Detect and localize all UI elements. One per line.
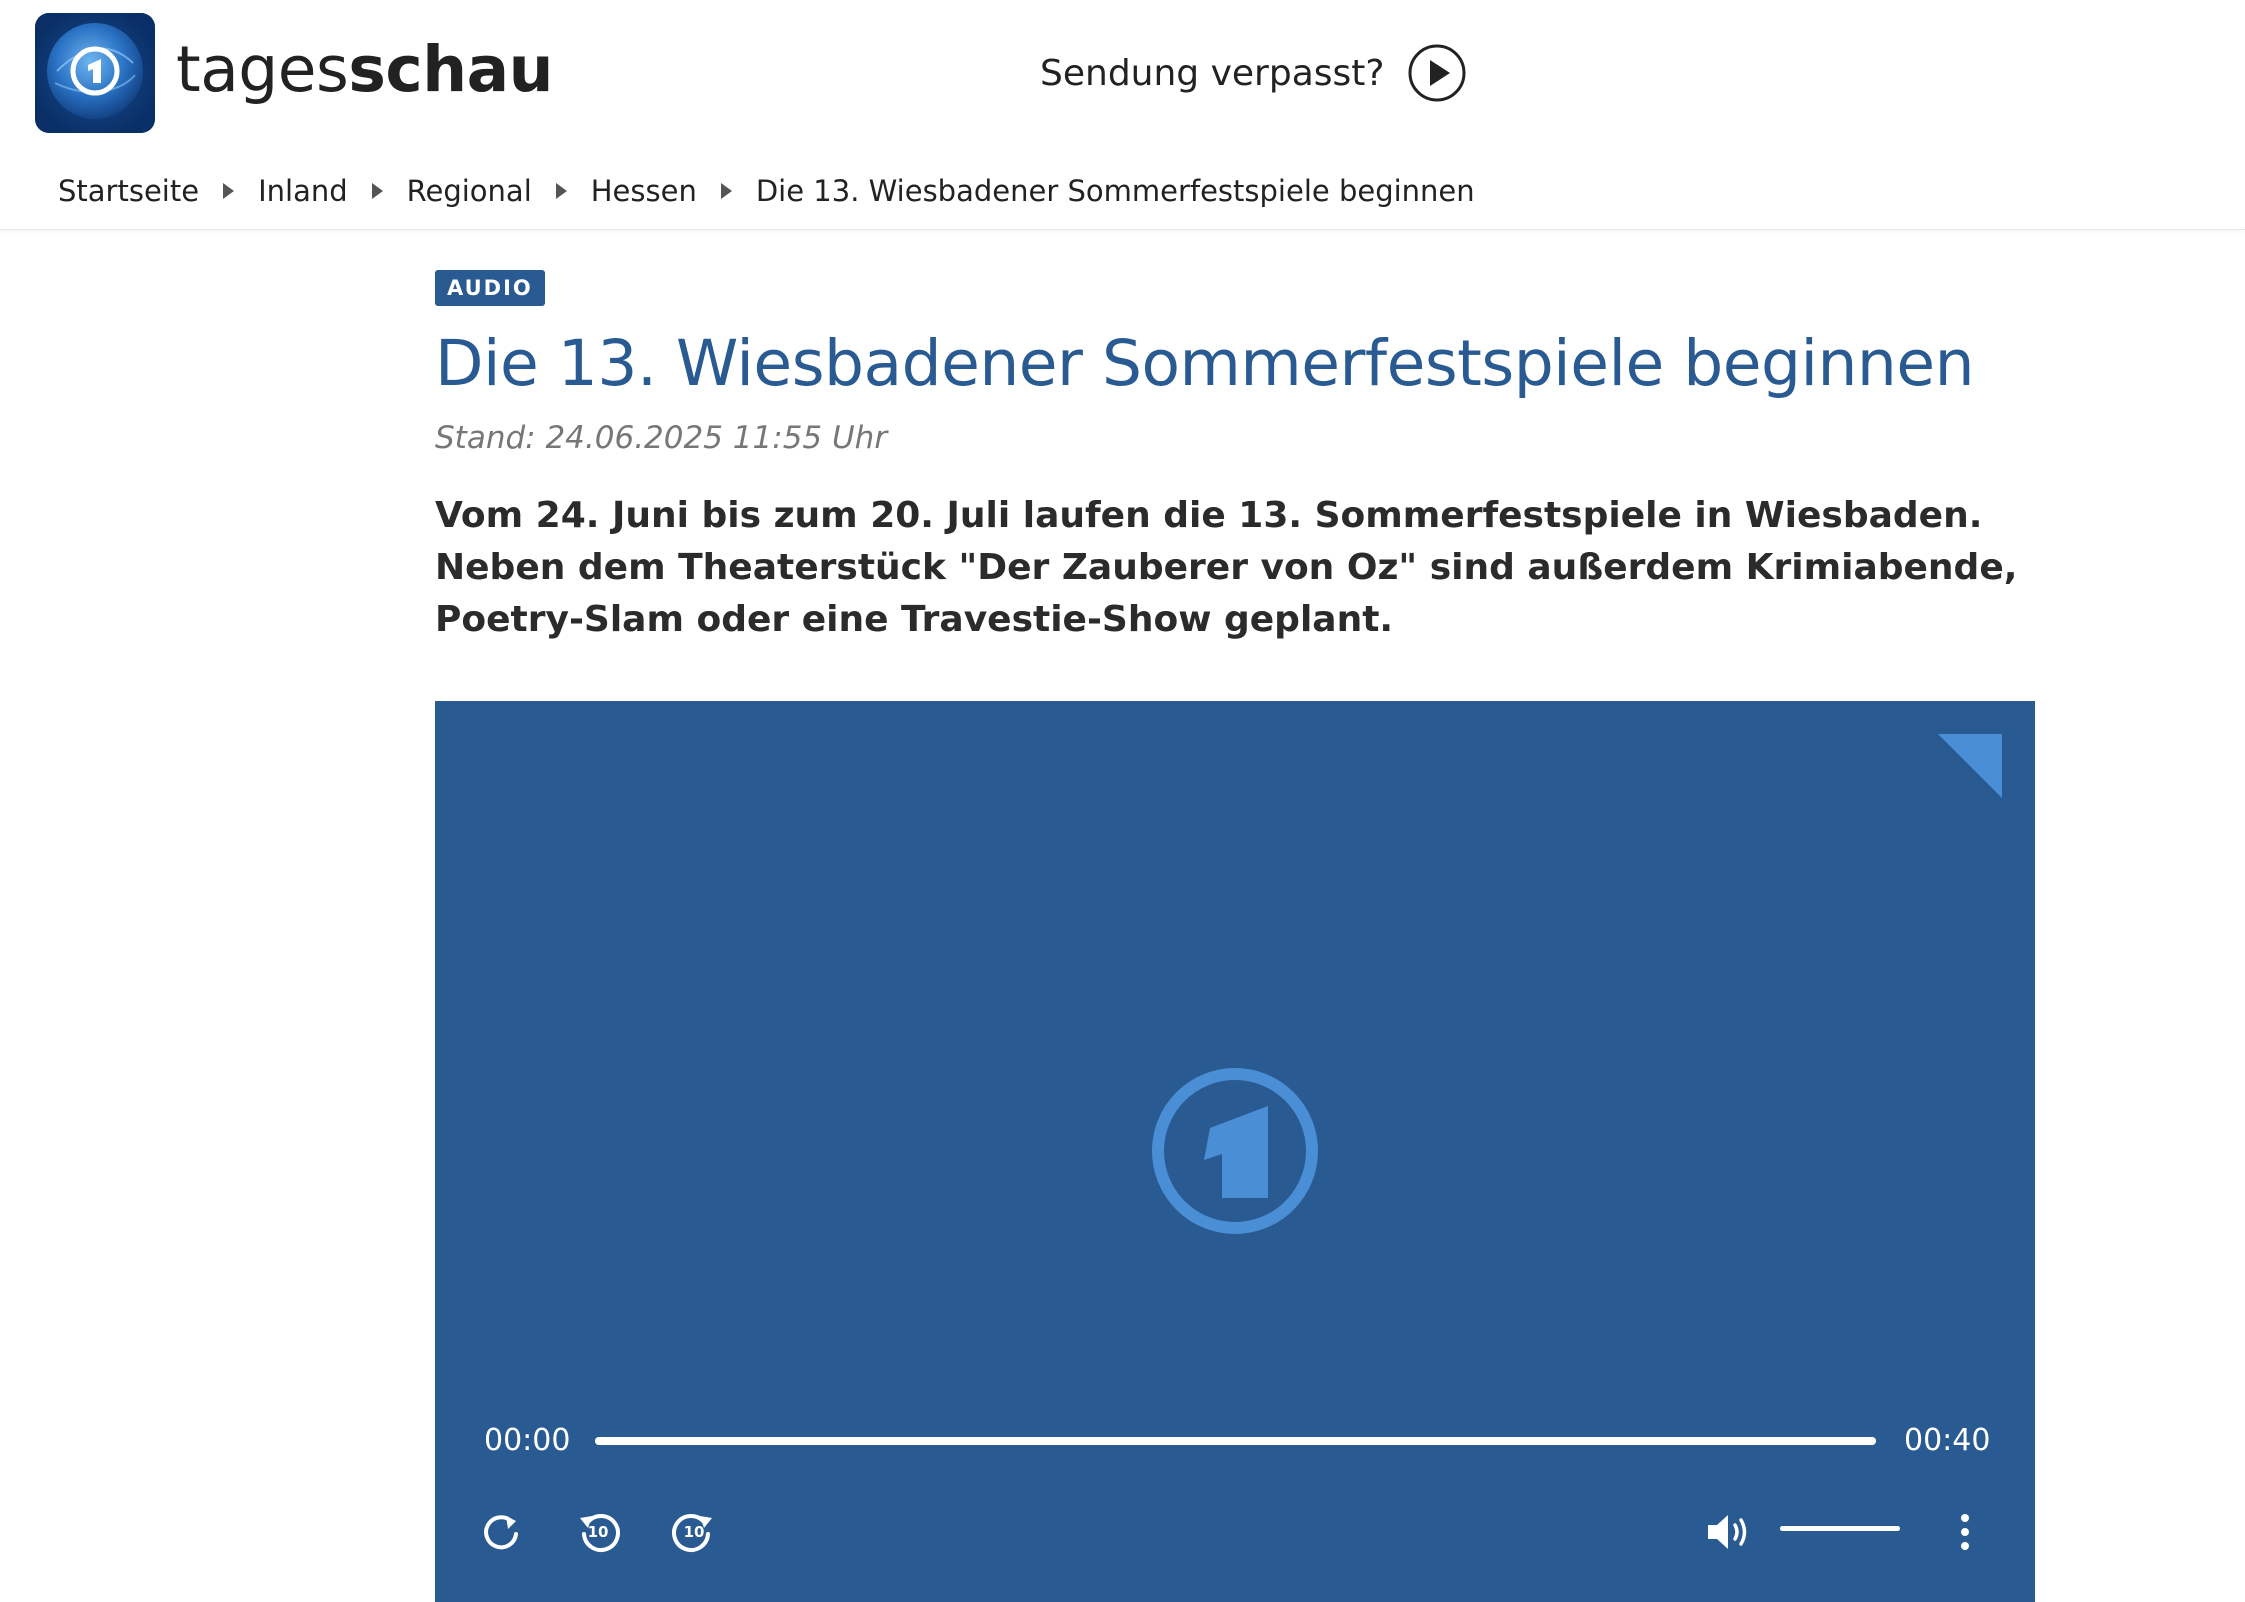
total-time: 00:40 [1904, 1423, 1991, 1458]
replay-icon[interactable] [480, 1510, 524, 1554]
missed-show-link[interactable]: Sendung verpasst? [1040, 40, 1467, 106]
missed-show-label: Sendung verpasst? [1040, 52, 1385, 94]
breadcrumb-arrow-icon [371, 183, 383, 199]
media-type-badge: AUDIO [435, 270, 545, 306]
breadcrumb-arrow-icon [555, 183, 567, 199]
breadcrumb-item-inland[interactable]: Inland [258, 174, 348, 208]
ard-corner-icon [1938, 734, 2002, 798]
audio-player[interactable] [435, 701, 2035, 1602]
breadcrumb-item-regional[interactable]: Regional [407, 174, 532, 208]
volume-icon[interactable] [1706, 1512, 1756, 1552]
volume-slider[interactable] [1780, 1526, 1900, 1531]
rewind-10-button[interactable]: 10 [574, 1508, 622, 1556]
breadcrumb-arrow-icon [720, 183, 732, 199]
play-circle-icon [1408, 44, 1465, 102]
forward-10-button[interactable]: 10 [670, 1508, 718, 1556]
tagesschau-logo-icon[interactable] [35, 13, 155, 133]
article-timestamp: Stand: 24.06.2025 11:55 Uhr [435, 420, 888, 456]
progress-fill [595, 1437, 1876, 1445]
wordmark-light: tages [176, 33, 349, 106]
breadcrumb-item-current: Die 13. Wiesbadener Sommerfestspiele beg… [755, 174, 1475, 208]
article-header: AUDIO Die 13. Wiesbadener Sommerfestspie… [435, 270, 2035, 682]
volume-fill [1780, 1526, 1900, 1531]
progress-bar[interactable] [595, 1437, 1876, 1445]
article-title: Die 13. Wiesbadener Sommerfestspiele beg… [435, 327, 1975, 400]
site-wordmark[interactable]: tagesschau [176, 30, 553, 110]
breadcrumb-item-hessen[interactable]: Hessen [591, 174, 697, 208]
breadcrumb-item-startseite[interactable]: Startseite [58, 174, 199, 208]
breadcrumb-arrow-icon [223, 183, 235, 199]
site-header: tagesschau Sendung verpasst? Startseite … [0, 0, 2245, 230]
rewind-10-label: 10 [587, 1523, 609, 1541]
more-vertical-icon[interactable] [1955, 1512, 1975, 1552]
breadcrumb: Startseite Inland Regional Hessen Die 13… [58, 168, 1475, 214]
wordmark-bold: schau [348, 33, 553, 106]
ard-one-logo-icon [1152, 1068, 1318, 1234]
current-time: 00:00 [484, 1423, 571, 1458]
article-lead: Vom 24. Juni bis zum 20. Juli laufen die… [435, 495, 2018, 640]
forward-10-label: 10 [683, 1523, 705, 1541]
